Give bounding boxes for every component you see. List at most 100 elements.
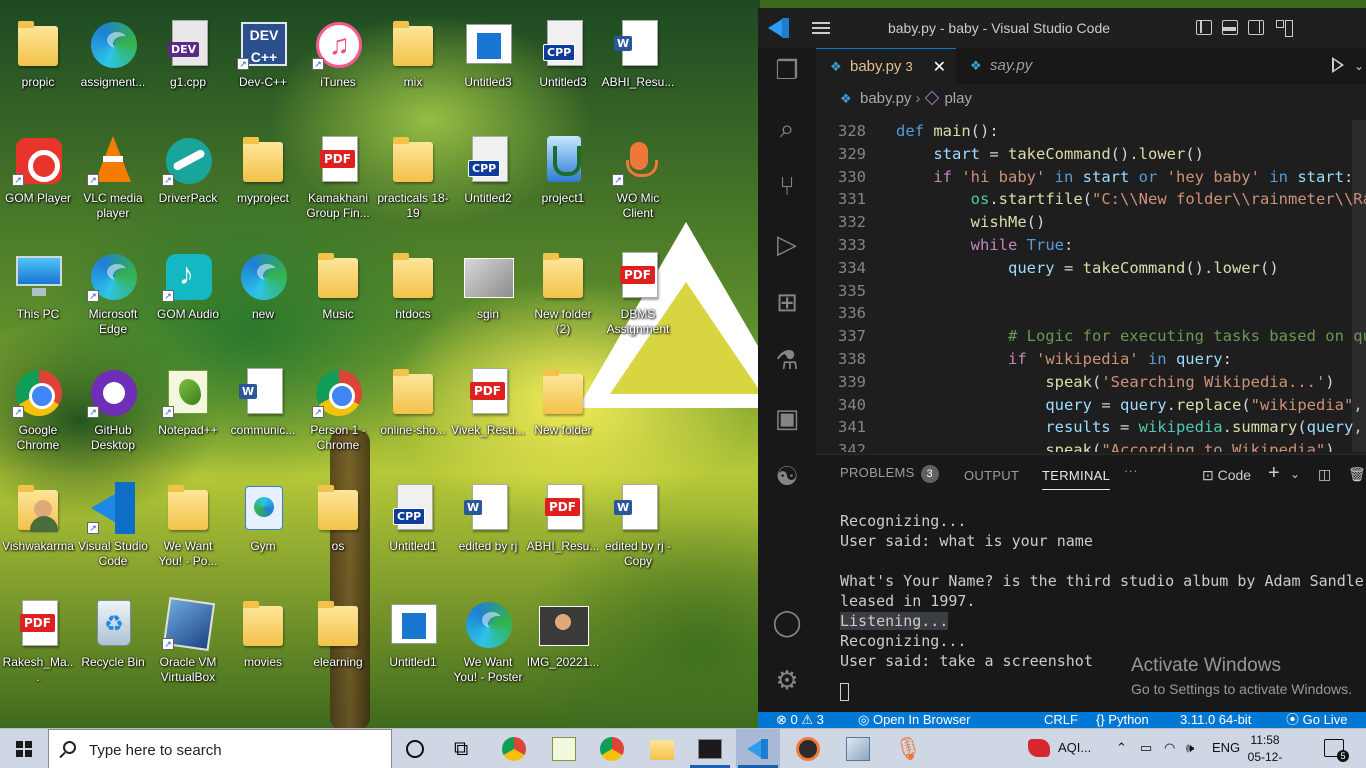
desktop-icon[interactable]: mix bbox=[375, 8, 451, 120]
toggle-sidebar-icon[interactable] bbox=[1196, 20, 1212, 35]
manage-gear-icon[interactable]: ⚙ bbox=[772, 666, 802, 696]
desktop-icon[interactable]: PDF Vivek_Resu... bbox=[450, 356, 526, 468]
testing-icon[interactable]: ⚗ bbox=[772, 346, 802, 376]
chevron-up-icon[interactable]: ⌃ bbox=[1116, 740, 1127, 756]
explorer-icon[interactable]: ❐ bbox=[772, 56, 802, 86]
notepadpp-icon[interactable] bbox=[552, 737, 576, 761]
chevron-down-icon[interactable]: ⌄ bbox=[1354, 48, 1364, 84]
go-live-button[interactable]: ⦿ Go Live bbox=[1286, 712, 1347, 728]
more-actions-icon[interactable]: ··· bbox=[1124, 463, 1138, 478]
desktop-icon[interactable]: This PC bbox=[0, 240, 76, 352]
toggle-panel-icon[interactable] bbox=[1222, 20, 1238, 35]
desktop-icon[interactable]: project1 bbox=[525, 124, 601, 236]
desktop-icon[interactable]: IMG_20221... bbox=[525, 588, 601, 700]
desktop-icon[interactable]: ↗ DriverPack bbox=[150, 124, 226, 236]
weather-aqi-icon[interactable] bbox=[1028, 739, 1050, 757]
desktop-icon[interactable]: ↗ iTunes bbox=[300, 8, 376, 120]
terminal-icon[interactable] bbox=[698, 739, 722, 759]
desktop-icon[interactable]: assigment... bbox=[75, 8, 151, 120]
problems-status[interactable]: ⊗ 0 ⚠ 3 bbox=[776, 712, 824, 728]
desktop-icon[interactable]: ↗ Oracle VM VirtualBox bbox=[150, 588, 226, 700]
editor-scrollbar[interactable] bbox=[1352, 120, 1366, 452]
desktop-icon[interactable]: ↗ Notepad++ bbox=[150, 356, 226, 468]
desktop-icon[interactable]: ↗ WO Mic Client bbox=[600, 124, 676, 236]
desktop-icon[interactable]: PDF DBMS Assignment bbox=[600, 240, 676, 352]
desktop-icon[interactable]: ↗ Person 1 - Chrome bbox=[300, 356, 376, 468]
eol-selector[interactable]: CRLF bbox=[1044, 712, 1078, 728]
desktop-icon[interactable]: DEV g1.cpp bbox=[150, 8, 226, 120]
desktop-icon[interactable]: ↗ GitHub Desktop bbox=[75, 356, 151, 468]
tab-output[interactable]: OUTPUT bbox=[964, 468, 1019, 483]
desktop-icon[interactable]: PDF Rakesh_Ma... bbox=[0, 588, 76, 700]
terminal-selector[interactable]: ⊡ Code bbox=[1202, 467, 1251, 484]
desktop-icon[interactable]: elearning bbox=[300, 588, 376, 700]
weather-aqi-label[interactable]: AQI... bbox=[1058, 740, 1091, 755]
desktop-icon[interactable]: Wedited by rj - Copy bbox=[600, 472, 676, 584]
desktop-icon[interactable]: ↗ GOM Audio bbox=[150, 240, 226, 352]
tab-problems[interactable]: PROBLEMS 3 bbox=[840, 465, 939, 483]
desktop-icon[interactable]: New folder bbox=[525, 356, 601, 468]
desktop-icon[interactable]: CPP Untitled3 bbox=[525, 8, 601, 120]
windows-start-icon[interactable] bbox=[16, 741, 32, 757]
desktop-icon[interactable]: Wcommunic... bbox=[225, 356, 301, 468]
tab-terminal[interactable]: TERMINAL bbox=[1042, 468, 1111, 490]
desktop-icon[interactable]: new bbox=[225, 240, 301, 352]
desktop-icon[interactable]: os bbox=[300, 472, 376, 584]
file-explorer-icon[interactable] bbox=[650, 740, 674, 760]
desktop-icon[interactable]: ↗ Microsoft Edge bbox=[75, 240, 151, 352]
breadcrumb-file[interactable]: baby.py bbox=[860, 90, 911, 107]
desktop-icon[interactable]: myproject bbox=[225, 124, 301, 236]
desktop-icon[interactable]: movies bbox=[225, 588, 301, 700]
code-editor[interactable]: 328 def main(): 329 start = takeCommand().… bbox=[816, 120, 1366, 452]
desktop-icon[interactable]: CPP Untitled1 bbox=[375, 472, 451, 584]
chrome-profile-icon[interactable] bbox=[600, 737, 624, 761]
desktop-icon[interactable]: CPP Untitled2 bbox=[450, 124, 526, 236]
python-interpreter[interactable]: 3.11.0 64-bit bbox=[1180, 712, 1251, 728]
extensions-icon[interactable]: ⊞ bbox=[772, 288, 802, 318]
language-mode[interactable]: {} Python bbox=[1096, 712, 1149, 728]
chrome-icon[interactable] bbox=[502, 737, 526, 761]
desktop-icon[interactable]: We Want You! - Po... bbox=[150, 472, 226, 584]
desktop-icon[interactable]: propic bbox=[0, 8, 76, 120]
new-terminal-icon[interactable]: + bbox=[1268, 462, 1280, 485]
python-icon[interactable]: ☯ bbox=[772, 462, 802, 492]
open-in-browser-button[interactable]: ◎ Open In Browser bbox=[858, 712, 971, 728]
desktop-icon[interactable]: New folder (2) bbox=[525, 240, 601, 352]
tab-baby-py[interactable]: ❖ baby.py 3 ✕ bbox=[816, 48, 956, 84]
desktop-icon[interactable]: We Want You! - Poster bbox=[450, 588, 526, 700]
cortana-icon[interactable] bbox=[406, 740, 424, 758]
snipping-tool-icon[interactable] bbox=[846, 737, 870, 761]
split-terminal-icon[interactable]: ◫ bbox=[1318, 466, 1331, 483]
source-control-icon[interactable]: ⑂ bbox=[772, 172, 802, 202]
desktop-icon[interactable]: htdocs bbox=[375, 240, 451, 352]
run-debug-icon[interactable]: ▷ bbox=[772, 230, 802, 260]
desktop-icon[interactable]: sgin bbox=[450, 240, 526, 352]
trash-icon[interactable]: 🗑 bbox=[1348, 466, 1366, 483]
desktop-icon[interactable]: Untitled3 bbox=[450, 8, 526, 120]
wifi-icon[interactable]: ◠ bbox=[1164, 740, 1175, 756]
desktop-icon[interactable]: W ABHI_Resu... bbox=[600, 8, 676, 120]
search-icon[interactable]: ⌕ bbox=[772, 114, 802, 144]
desktop-icon[interactable]: Untitled1 bbox=[375, 588, 451, 700]
battery-icon[interactable]: ▭ bbox=[1140, 740, 1152, 756]
desktop-icon[interactable]: Wedited by rj bbox=[450, 472, 526, 584]
task-view-icon[interactable]: ⧉ bbox=[454, 737, 478, 761]
desktop-icon[interactable]: PDF Kamakhani Group Fin... bbox=[300, 124, 376, 236]
clock[interactable]: 11:58 05-12-2022 bbox=[1236, 732, 1294, 768]
desktop-icon[interactable]: Vishwakarma bbox=[0, 472, 76, 584]
taskbar-search[interactable]: Type here to search bbox=[48, 729, 392, 768]
obs-recorder-icon[interactable] bbox=[796, 737, 820, 761]
customize-layout-icon[interactable] bbox=[1276, 20, 1293, 37]
mic-icon[interactable]: 🎙 bbox=[894, 737, 922, 761]
remote-explorer-icon[interactable]: ▣ bbox=[772, 404, 802, 434]
desktop-icon[interactable]: ↗ Google Chrome bbox=[0, 356, 76, 468]
desktop-icon[interactable]: online-sho... bbox=[375, 356, 451, 468]
desktop-icon[interactable]: Gym bbox=[225, 472, 301, 584]
close-icon[interactable]: ✕ bbox=[933, 49, 946, 85]
vscode-taskbar-button[interactable] bbox=[736, 729, 780, 768]
desktop-icon[interactable]: DEV C++ ↗ Dev-C++ bbox=[225, 8, 301, 120]
accounts-icon[interactable]: ◯ bbox=[772, 608, 802, 638]
desktop-icon[interactable]: Music bbox=[300, 240, 376, 352]
desktop-icon[interactable]: practicals 18-19 bbox=[375, 124, 451, 236]
desktop-icon[interactable]: ↗ VLC media player bbox=[75, 124, 151, 236]
